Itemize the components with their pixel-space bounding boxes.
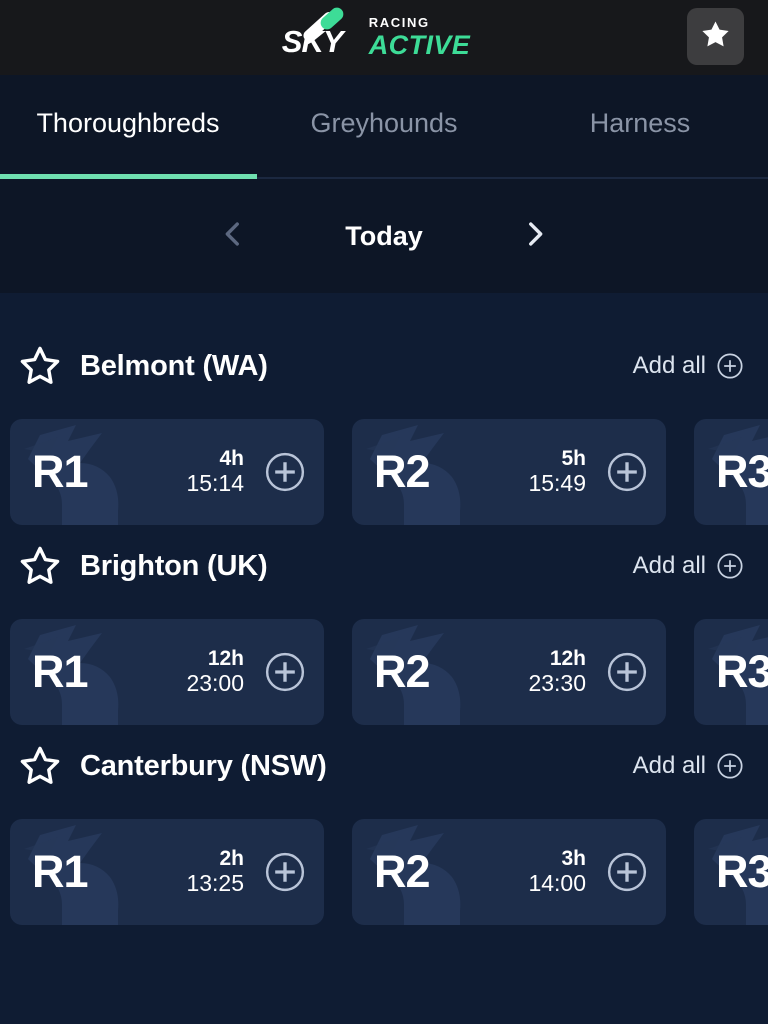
race-number: R2: [374, 646, 431, 697]
race-card[interactable]: R2 12h 23:30: [352, 619, 666, 725]
race-meta: 4h 15:14: [186, 447, 250, 496]
chevron-right-icon: [518, 217, 552, 256]
top-bar: SKY RACING ACTIVE: [0, 0, 768, 75]
logo-racing-text: RACING: [368, 15, 430, 30]
logo-sky-text: SKY: [281, 23, 344, 59]
race-meta: 12h 23:00: [186, 647, 250, 696]
add-all-label: Add all: [632, 552, 706, 579]
star-outline-icon: [16, 746, 64, 794]
add-race-button[interactable]: [264, 651, 306, 693]
race-number: R3: [716, 846, 768, 897]
race-card[interactable]: R3: [694, 819, 768, 925]
add-all-label: Add all: [632, 352, 706, 379]
sky-racing-active-logo: SKY RACING ACTIVE: [281, 4, 470, 63]
race-meta: 12h 23:30: [528, 647, 592, 696]
add-race-button[interactable]: [606, 851, 648, 893]
race-card[interactable]: R2 5h 15:49: [352, 419, 666, 525]
race-card[interactable]: R3: [694, 419, 768, 525]
race-start-time: 13:25: [186, 869, 244, 896]
meeting-name: Belmont (WA): [80, 349, 268, 382]
race-start-time: 15:49: [528, 469, 586, 496]
add-all-button[interactable]: Add all: [633, 552, 744, 580]
logo-active-text: ACTIVE: [368, 30, 471, 60]
race-card-row[interactable]: R1 2h 13:25 R2 3h 14:00 R3: [0, 819, 768, 925]
race-card-row[interactable]: R1 4h 15:14 R2 5h 15:49 R3: [0, 419, 768, 525]
meeting-section: Canterbury (NSW) Add all R1 2h 13:25 R2 3h 14:0…: [0, 735, 768, 925]
circle-plus-icon: [716, 352, 744, 380]
favourite-meeting-button[interactable]: [16, 542, 64, 590]
meeting-section: Belmont (WA) Add all R1 4h 15:14 R2 5h 15:49 R3: [0, 335, 768, 525]
race-meta: 2h 13:25: [186, 847, 250, 896]
race-countdown: 12h: [207, 647, 244, 671]
tab-harness[interactable]: Harness: [512, 108, 768, 147]
meeting-header: Brighton (UK) Add all: [0, 535, 768, 597]
race-start-time: 15:14: [186, 469, 244, 496]
race-countdown: 3h: [561, 847, 586, 871]
race-start-time: 14:00: [528, 869, 586, 896]
race-number: R2: [374, 846, 431, 897]
meeting-name: Canterbury (NSW): [80, 749, 327, 782]
favourite-meeting-button[interactable]: [16, 342, 64, 390]
star-outline-icon: [16, 546, 64, 594]
star-filled-icon: [699, 18, 732, 56]
previous-day-button[interactable]: [216, 219, 250, 253]
logo-mark: SKY: [281, 4, 360, 63]
race-start-time: 23:30: [528, 669, 586, 696]
add-race-button[interactable]: [606, 651, 648, 693]
tab-greyhounds[interactable]: Greyhounds: [256, 108, 512, 147]
race-card[interactable]: R2 3h 14:00: [352, 819, 666, 925]
meeting-name: Brighton (UK): [80, 549, 268, 582]
date-label: Today: [345, 220, 423, 251]
race-countdown: 4h: [219, 447, 244, 471]
category-tabs: Thoroughbreds Greyhounds Harness: [0, 75, 768, 179]
race-card-row[interactable]: R1 12h 23:00 R2 12h 23:30 R3: [0, 619, 768, 725]
race-card[interactable]: R1 12h 23:00: [10, 619, 324, 725]
meeting-section: Brighton (UK) Add all R1 12h 23:00 R2 12h 23:30…: [0, 535, 768, 725]
race-number: R1: [32, 646, 89, 697]
app-root: SKY RACING ACTIVE Thoroughbreds Greyhoun…: [0, 0, 768, 1024]
add-race-button[interactable]: [264, 451, 306, 493]
tab-thoroughbreds[interactable]: Thoroughbreds: [0, 108, 256, 147]
meeting-header: Belmont (WA) Add all: [0, 335, 768, 397]
favourites-button[interactable]: [687, 8, 744, 65]
circle-plus-icon: [716, 752, 744, 780]
add-all-label: Add all: [632, 752, 706, 779]
add-all-button[interactable]: Add all: [633, 352, 744, 380]
race-countdown: 5h: [561, 447, 586, 471]
favourite-meeting-button[interactable]: [16, 742, 64, 790]
next-day-button[interactable]: [518, 219, 552, 253]
meeting-header: Canterbury (NSW) Add all: [0, 735, 768, 797]
race-number: R1: [32, 846, 89, 897]
race-number: R1: [32, 446, 89, 497]
race-meta: 3h 14:00: [528, 847, 592, 896]
chevron-left-icon: [216, 217, 250, 256]
race-card[interactable]: R3: [694, 619, 768, 725]
race-number: R3: [716, 446, 768, 497]
race-number: R3: [716, 646, 768, 697]
race-countdown: 2h: [219, 847, 244, 871]
add-race-button[interactable]: [264, 851, 306, 893]
add-race-button[interactable]: [606, 451, 648, 493]
race-card[interactable]: R1 2h 13:25: [10, 819, 324, 925]
race-card[interactable]: R1 4h 15:14: [10, 419, 324, 525]
logo-wordmark: RACING ACTIVE: [369, 16, 470, 59]
meetings-list: Belmont (WA) Add all R1 4h 15:14 R2 5h 15:49 R3 B…: [0, 293, 768, 925]
race-start-time: 23:00: [186, 669, 244, 696]
race-countdown: 12h: [549, 647, 586, 671]
circle-plus-icon: [716, 552, 744, 580]
race-number: R2: [374, 446, 431, 497]
race-meta: 5h 15:49: [528, 447, 592, 496]
date-navigation: Today: [0, 179, 768, 293]
star-outline-icon: [16, 346, 64, 394]
add-all-button[interactable]: Add all: [633, 752, 744, 780]
